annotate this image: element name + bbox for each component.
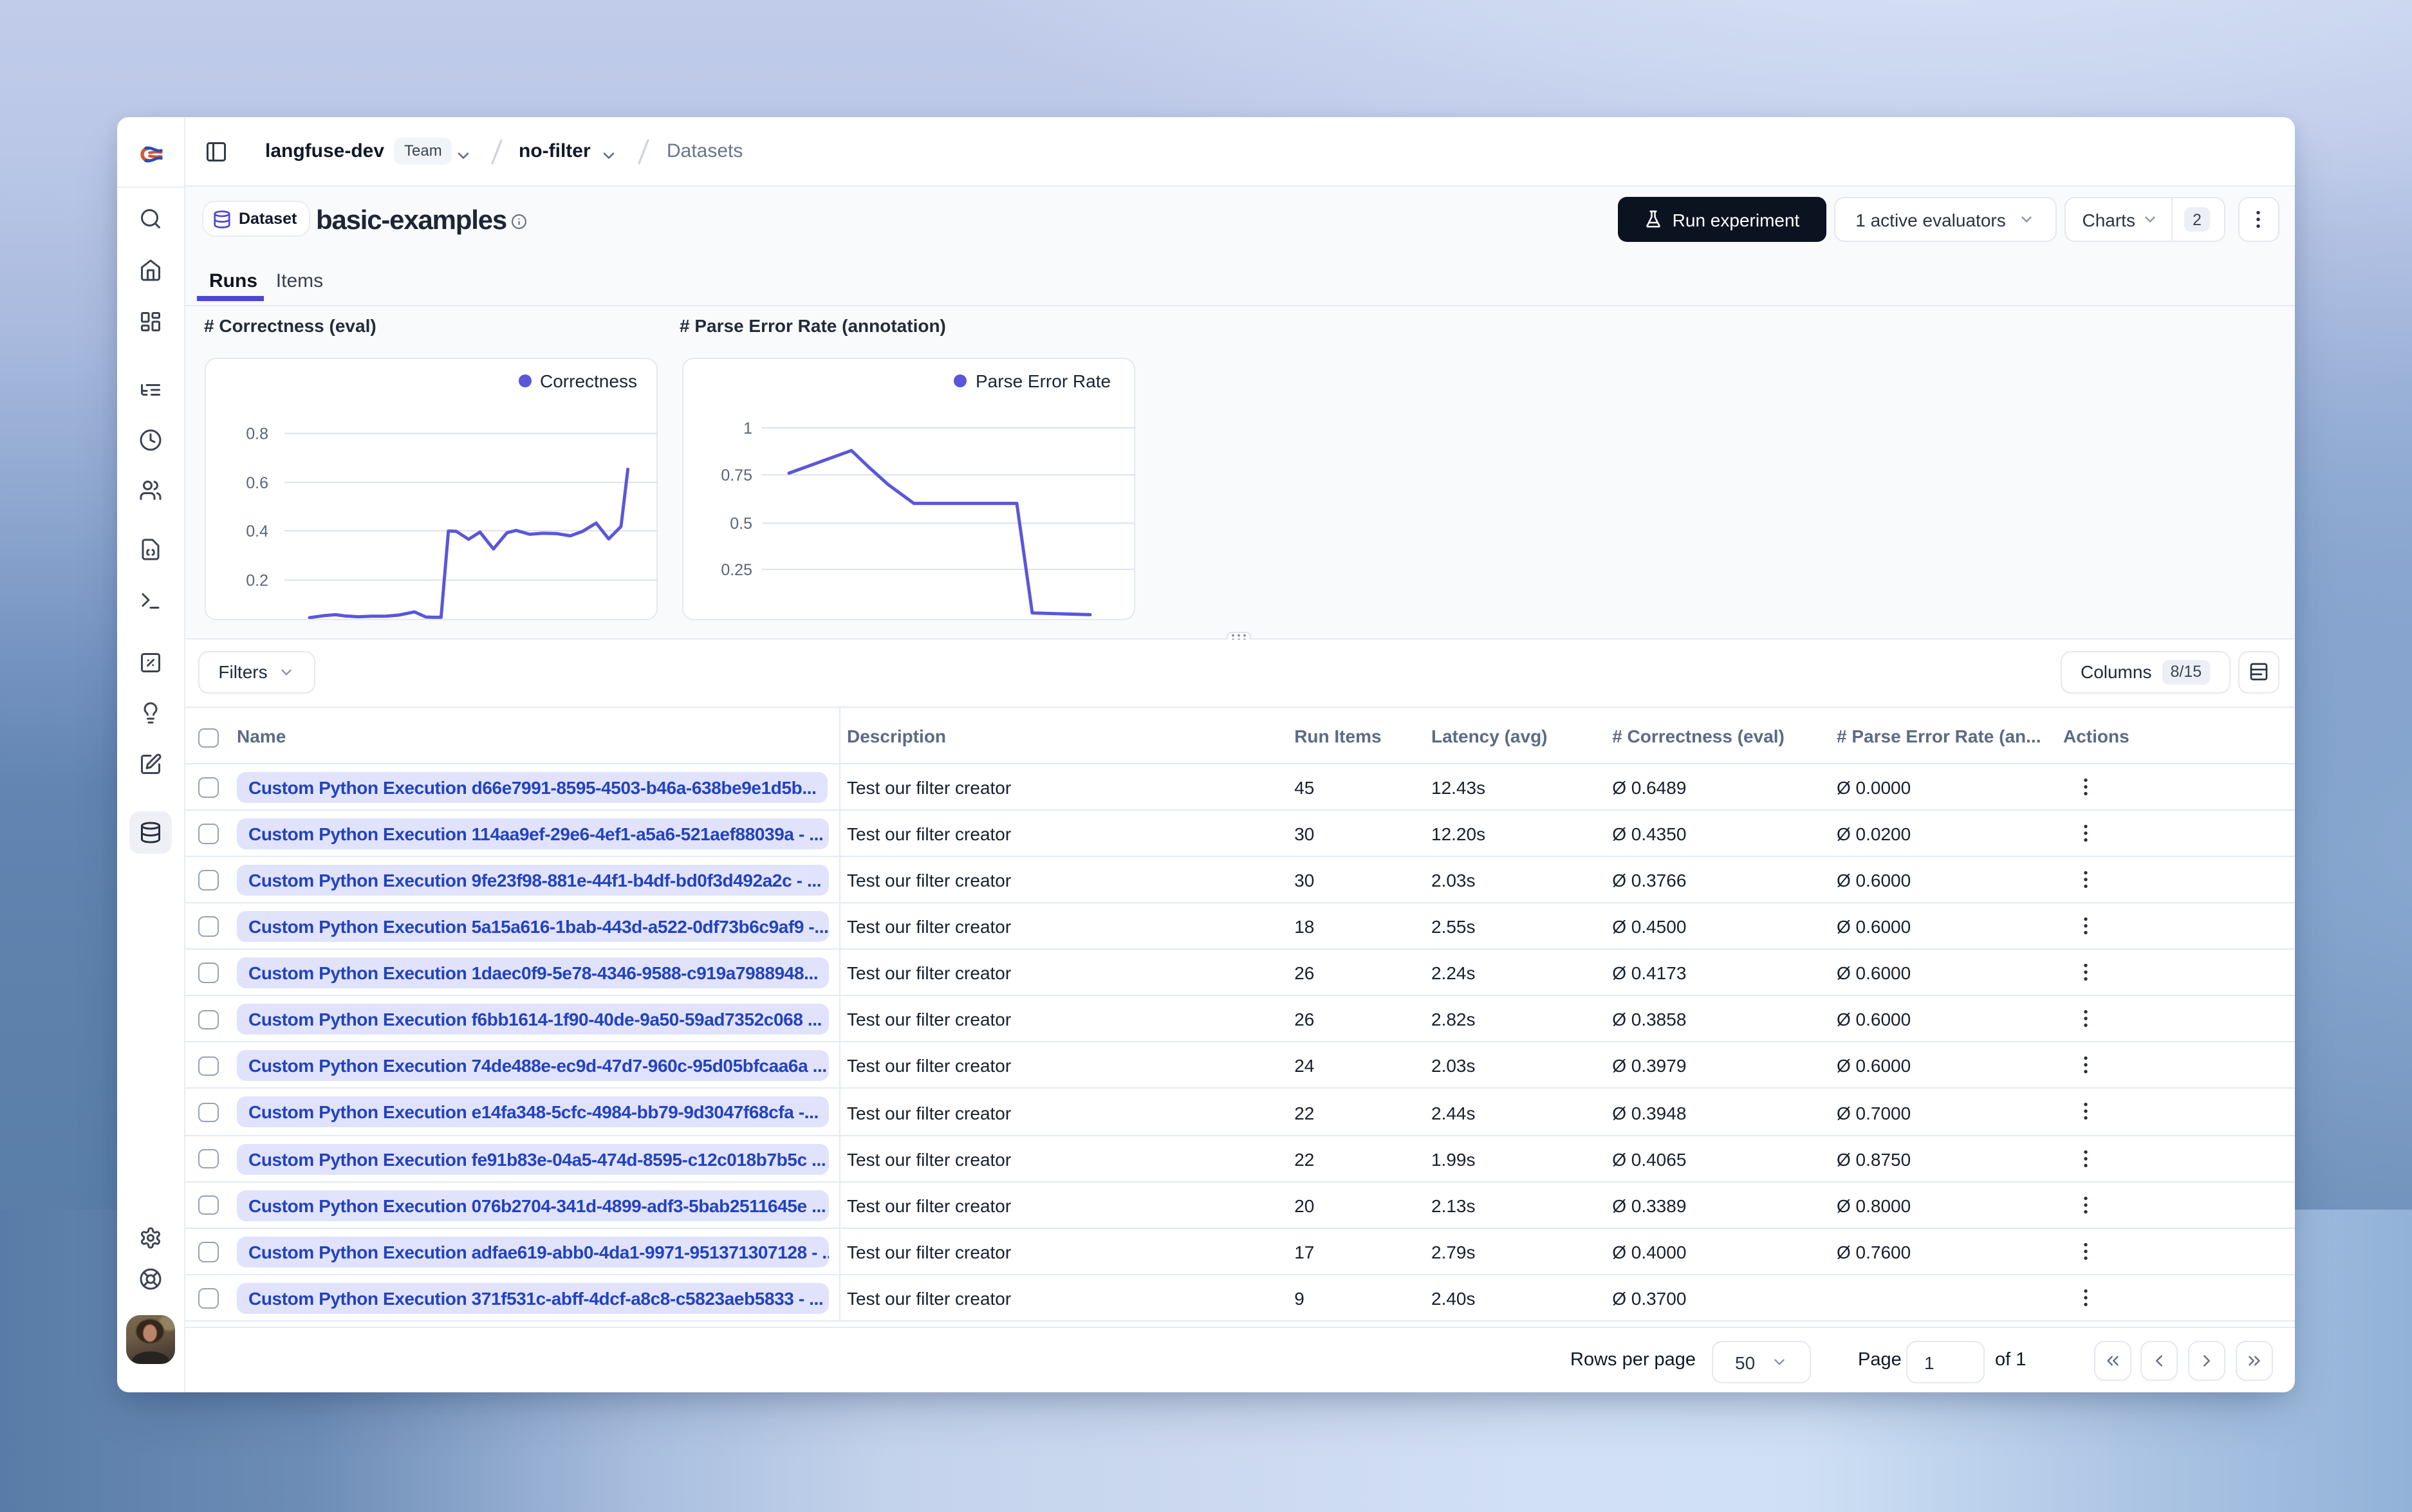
- svg-text:0.8: 0.8: [245, 426, 268, 444]
- svg-text:0.4: 0.4: [245, 523, 268, 541]
- svg-text:0.6: 0.6: [245, 475, 268, 493]
- svg-text:1: 1: [743, 420, 752, 438]
- svg-text:0.2: 0.2: [245, 573, 268, 591]
- svg-text:0.25: 0.25: [720, 562, 752, 580]
- svg-text:0.5: 0.5: [729, 515, 752, 533]
- svg-text:0.75: 0.75: [720, 467, 752, 485]
